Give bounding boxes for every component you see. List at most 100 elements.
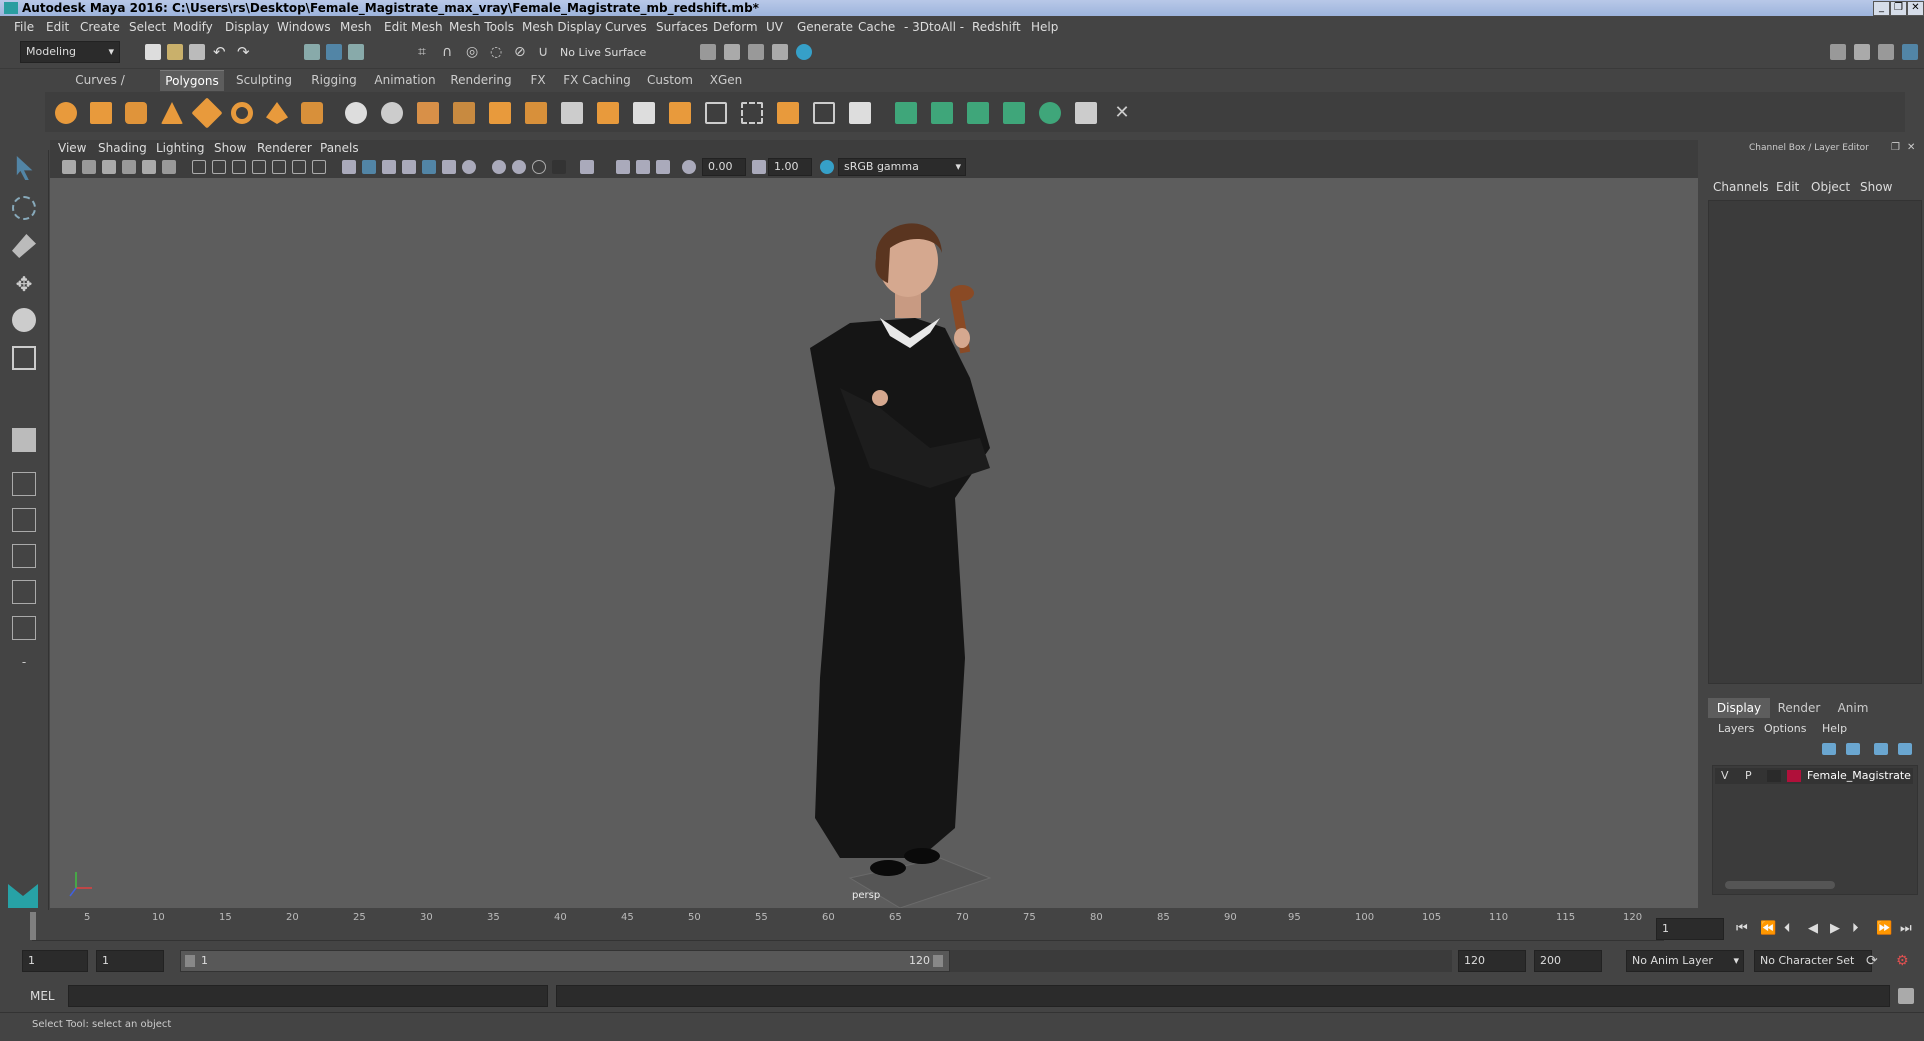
open-scene-icon[interactable] (167, 44, 183, 60)
play-forwards-icon[interactable]: ▶ (1830, 918, 1840, 940)
offset-edge-loop-icon[interactable] (741, 102, 763, 124)
options-menu[interactable]: Options (1764, 722, 1806, 735)
channel-box-toggle-icon[interactable] (1902, 44, 1918, 60)
animation-end-field[interactable]: 200 (1534, 950, 1602, 972)
grease-pencil-icon[interactable] (162, 160, 176, 174)
separate-icon[interactable] (381, 102, 403, 124)
shelf-tab-curves-surfaces[interactable]: Curves / Surfaces (52, 70, 148, 107)
exposure-field[interactable]: 0.00 (702, 158, 746, 176)
layer-row[interactable]: V P Female_Magistrate (1715, 768, 1913, 784)
menu-curves[interactable]: Curves (605, 20, 647, 34)
isolate-select-icon[interactable] (580, 160, 594, 174)
snap-curve-icon[interactable]: ∩ (442, 44, 458, 60)
mirror-icon[interactable] (669, 102, 691, 124)
viewport-menu-renderer[interactable]: Renderer (257, 141, 312, 155)
anti-aliasing-icon[interactable] (512, 160, 526, 174)
bridge-icon[interactable] (525, 102, 547, 124)
color-management-icon[interactable] (820, 160, 834, 174)
poly-pyramid-icon[interactable] (266, 102, 288, 124)
two-view-stacked-layout-icon[interactable] (12, 544, 36, 568)
tool-settings-icon[interactable] (1878, 44, 1894, 60)
step-back-key-icon[interactable]: ⏴ (1784, 918, 1791, 940)
menu-create[interactable]: Create (80, 20, 120, 34)
use-all-lights-icon[interactable] (422, 160, 436, 174)
new-layer-icon[interactable] (1874, 743, 1888, 755)
viewport-menu-show[interactable]: Show (214, 141, 246, 155)
poly-plane-icon[interactable] (191, 97, 223, 129)
menu-mesh-display[interactable]: Mesh Display (522, 20, 602, 34)
backface-culling-icon[interactable] (656, 160, 670, 174)
menu-edit[interactable]: Edit (46, 20, 69, 34)
xray-active-icon[interactable] (636, 160, 650, 174)
select-by-hierarchy-icon[interactable] (304, 44, 320, 60)
color-space-select[interactable]: sRGB gamma ▾ (838, 158, 966, 176)
shelf-tab-rigging[interactable]: Rigging (306, 70, 362, 90)
uv-cylindrical-icon[interactable] (931, 102, 953, 124)
viewport-menu-panels[interactable]: Panels (320, 141, 359, 155)
uv-planar-icon[interactable] (895, 102, 917, 124)
menu-edit-mesh[interactable]: Edit Mesh (384, 20, 443, 34)
shelf-tab-rendering[interactable]: Rendering (448, 70, 514, 90)
perspective-viewport[interactable]: persp (50, 178, 1698, 909)
custom-layout-icon[interactable]: - (12, 650, 36, 674)
layer-tab-render[interactable]: Render (1772, 698, 1826, 718)
viewport-menu-view[interactable]: View (58, 141, 86, 155)
select-tool-icon[interactable] (16, 156, 33, 180)
range-slider[interactable]: 1 120 (180, 950, 950, 972)
channels-menu[interactable]: Channels (1713, 180, 1769, 194)
poly-pipe-icon[interactable] (301, 102, 323, 124)
render-settings-icon[interactable] (748, 44, 764, 60)
shelf-tab-polygons[interactable]: Polygons (160, 70, 224, 91)
xray-joints-icon[interactable] (616, 160, 630, 174)
go-to-end-icon[interactable]: ⏭ (1900, 918, 1912, 940)
2d-pan-zoom-icon[interactable] (142, 160, 156, 174)
move-layer-up-icon[interactable] (1822, 743, 1836, 755)
help-menu[interactable]: Help (1822, 722, 1847, 735)
rotate-tool-icon[interactable] (12, 308, 36, 332)
undo-icon[interactable]: ↶ (213, 44, 229, 60)
fill-hole-icon[interactable] (813, 102, 835, 124)
layer-visibility-toggle[interactable]: V (1721, 769, 1729, 782)
play-backwards-icon[interactable]: ◀ (1808, 918, 1818, 940)
hypershade-icon[interactable] (772, 44, 788, 60)
combine-icon[interactable] (345, 102, 367, 124)
poly-torus-icon[interactable] (231, 102, 253, 124)
menu-mesh-tools[interactable]: Mesh Tools (449, 20, 514, 34)
menu-generate[interactable]: Generate (797, 20, 853, 34)
channel-box-area[interactable] (1708, 200, 1922, 684)
shelf-tab-fx[interactable]: FX (526, 70, 550, 90)
menu-file[interactable]: File (14, 20, 34, 34)
mode-selector[interactable]: Modeling ▾ (20, 41, 120, 63)
new-scene-icon[interactable] (145, 44, 161, 60)
layer-playback-toggle[interactable]: P (1745, 769, 1752, 782)
layer-tab-anim[interactable]: Anim (1828, 698, 1878, 718)
float-panel-icon[interactable]: ❐ (1891, 142, 1900, 153)
range-slider-track[interactable] (950, 950, 1452, 972)
script-type-label[interactable]: MEL (30, 989, 55, 1003)
time-ruler[interactable] (32, 912, 1664, 941)
snap-grid-icon[interactable]: ⌗ (418, 44, 434, 60)
object-menu[interactable]: Object (1811, 180, 1850, 194)
layer-tab-display[interactable]: Display (1708, 698, 1770, 718)
two-view-side-layout-icon[interactable] (12, 508, 36, 532)
menu-3dtoall[interactable]: - 3DtoAll - (904, 20, 964, 34)
menu-mesh[interactable]: Mesh (340, 20, 372, 34)
animation-preferences-icon[interactable]: ⚙ (1896, 953, 1912, 969)
select-by-component-icon[interactable] (348, 44, 364, 60)
poly-cone-icon[interactable] (161, 102, 183, 124)
extract-icon[interactable] (417, 102, 439, 124)
graph-editor-layout-icon[interactable] (12, 616, 36, 640)
menu-windows[interactable]: Windows (277, 20, 331, 34)
anim-layer-select[interactable]: No Anim Layer ▾ (1626, 950, 1744, 972)
show-menu[interactable]: Show (1860, 180, 1892, 194)
layer-scrollbar[interactable] (1725, 881, 1835, 889)
menu-surfaces[interactable]: Surfaces (656, 20, 708, 34)
camera-select-icon[interactable] (62, 160, 76, 174)
menu-modify[interactable]: Modify (173, 20, 213, 34)
go-to-start-icon[interactable]: ⏮ (1736, 918, 1748, 940)
lasso-tool-icon[interactable] (12, 196, 36, 220)
layer-type-toggle[interactable] (1767, 770, 1781, 782)
outliner-layout-icon[interactable] (12, 580, 36, 604)
poly-cylinder-icon[interactable] (125, 102, 147, 124)
snap-point-icon[interactable]: ◎ (466, 44, 482, 60)
